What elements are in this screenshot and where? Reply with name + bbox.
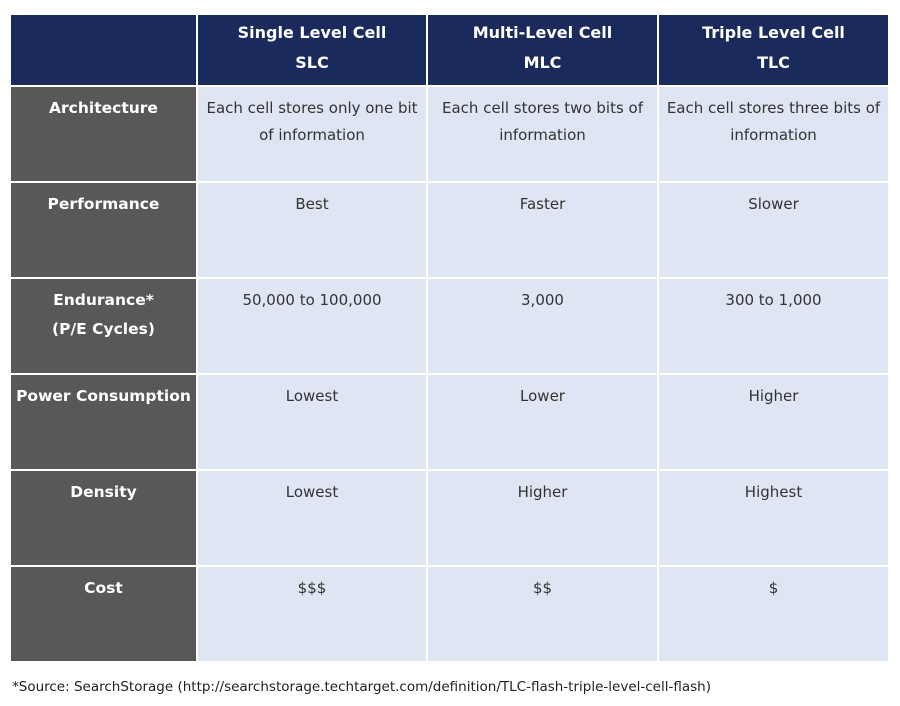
column-abbr: MLC: [523, 53, 562, 72]
row-label: Endurance* (P/E Cycles): [9, 277, 198, 375]
table-row-performance: Performance Best Faster Slower: [9, 181, 890, 279]
table-row-density: Density Lowest Higher Highest: [9, 469, 890, 567]
table-cell: $: [657, 565, 890, 663]
table-row-cost: Cost $$$ $$ $: [9, 565, 890, 663]
table-cell: Higher: [426, 469, 659, 567]
table-cell: 50,000 to 100,000: [196, 277, 428, 375]
column-header-tlc: Triple Level Cell TLC: [657, 13, 890, 87]
row-label: Density: [9, 469, 198, 567]
table-cell: Slower: [657, 181, 890, 279]
row-label: Architecture: [9, 85, 198, 183]
table-cell: Best: [196, 181, 428, 279]
column-abbr: TLC: [757, 53, 790, 72]
row-sublabel: (P/E Cycles): [52, 320, 155, 338]
table-cell: $$$: [196, 565, 428, 663]
column-name: Multi-Level Cell: [472, 23, 613, 42]
table-cell: Highest: [657, 469, 890, 567]
table-cell: $$: [426, 565, 659, 663]
table-cell: Each cell stores only one bit of informa…: [196, 85, 428, 183]
row-label: Cost: [9, 565, 198, 663]
column-header-slc: Single Level Cell SLC: [196, 13, 428, 87]
table-cell: Lowest: [196, 373, 428, 471]
column-name: Triple Level Cell: [702, 23, 845, 42]
table-cell: 3,000: [426, 277, 659, 375]
table-cell: Lowest: [196, 469, 428, 567]
table-cell: Faster: [426, 181, 659, 279]
corner-cell: [9, 13, 198, 87]
table-row-architecture: Architecture Each cell stores only one b…: [9, 85, 890, 183]
table-cell: Each cell stores two bits of information: [426, 85, 659, 183]
column-name: Single Level Cell: [237, 23, 387, 42]
table-cell: Lower: [426, 373, 659, 471]
header-row: Single Level Cell SLC Multi-Level Cell M…: [9, 13, 890, 87]
nand-comparison-table: Single Level Cell SLC Multi-Level Cell M…: [9, 13, 890, 663]
row-label: Power Consumption: [9, 373, 198, 471]
table-cell: Higher: [657, 373, 890, 471]
table-cell: 300 to 1,000: [657, 277, 890, 375]
table-cell: Each cell stores three bits of informati…: [657, 85, 890, 183]
column-header-mlc: Multi-Level Cell MLC: [426, 13, 659, 87]
table-row-endurance: Endurance* (P/E Cycles) 50,000 to 100,00…: [9, 277, 890, 375]
column-abbr: SLC: [295, 53, 329, 72]
table-row-power-consumption: Power Consumption Lowest Lower Higher: [9, 373, 890, 471]
row-label: Performance: [9, 181, 198, 279]
source-footnote: *Source: SearchStorage (http://searchsto…: [12, 679, 711, 695]
